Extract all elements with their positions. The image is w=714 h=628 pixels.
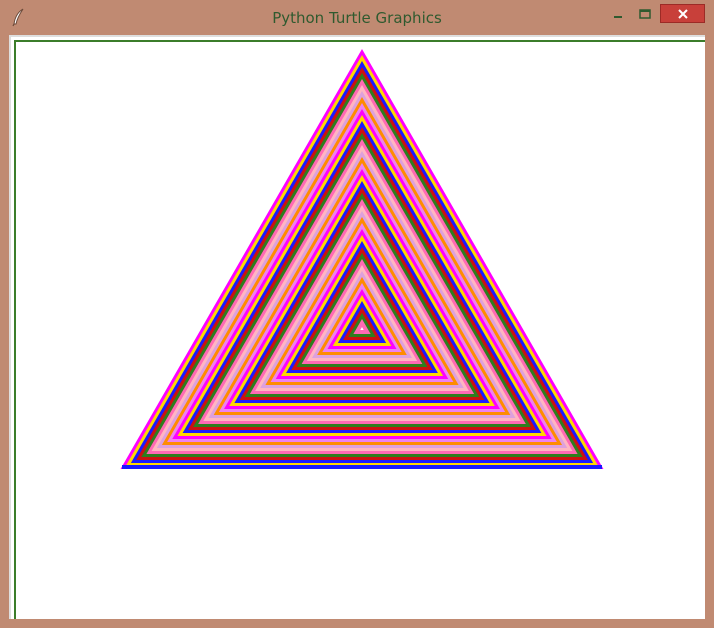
close-button[interactable] xyxy=(660,4,705,23)
maximize-icon xyxy=(639,9,651,19)
turtle-window: Python Turtle Graphics xyxy=(0,0,714,628)
title-bar[interactable]: Python Turtle Graphics xyxy=(0,0,714,35)
close-icon xyxy=(677,8,688,19)
turtle-drawing xyxy=(120,48,604,469)
minimize-button[interactable] xyxy=(606,3,630,25)
turtle-canvas[interactable] xyxy=(9,35,705,619)
minimize-icon xyxy=(614,16,622,18)
maximize-button[interactable] xyxy=(633,3,657,25)
